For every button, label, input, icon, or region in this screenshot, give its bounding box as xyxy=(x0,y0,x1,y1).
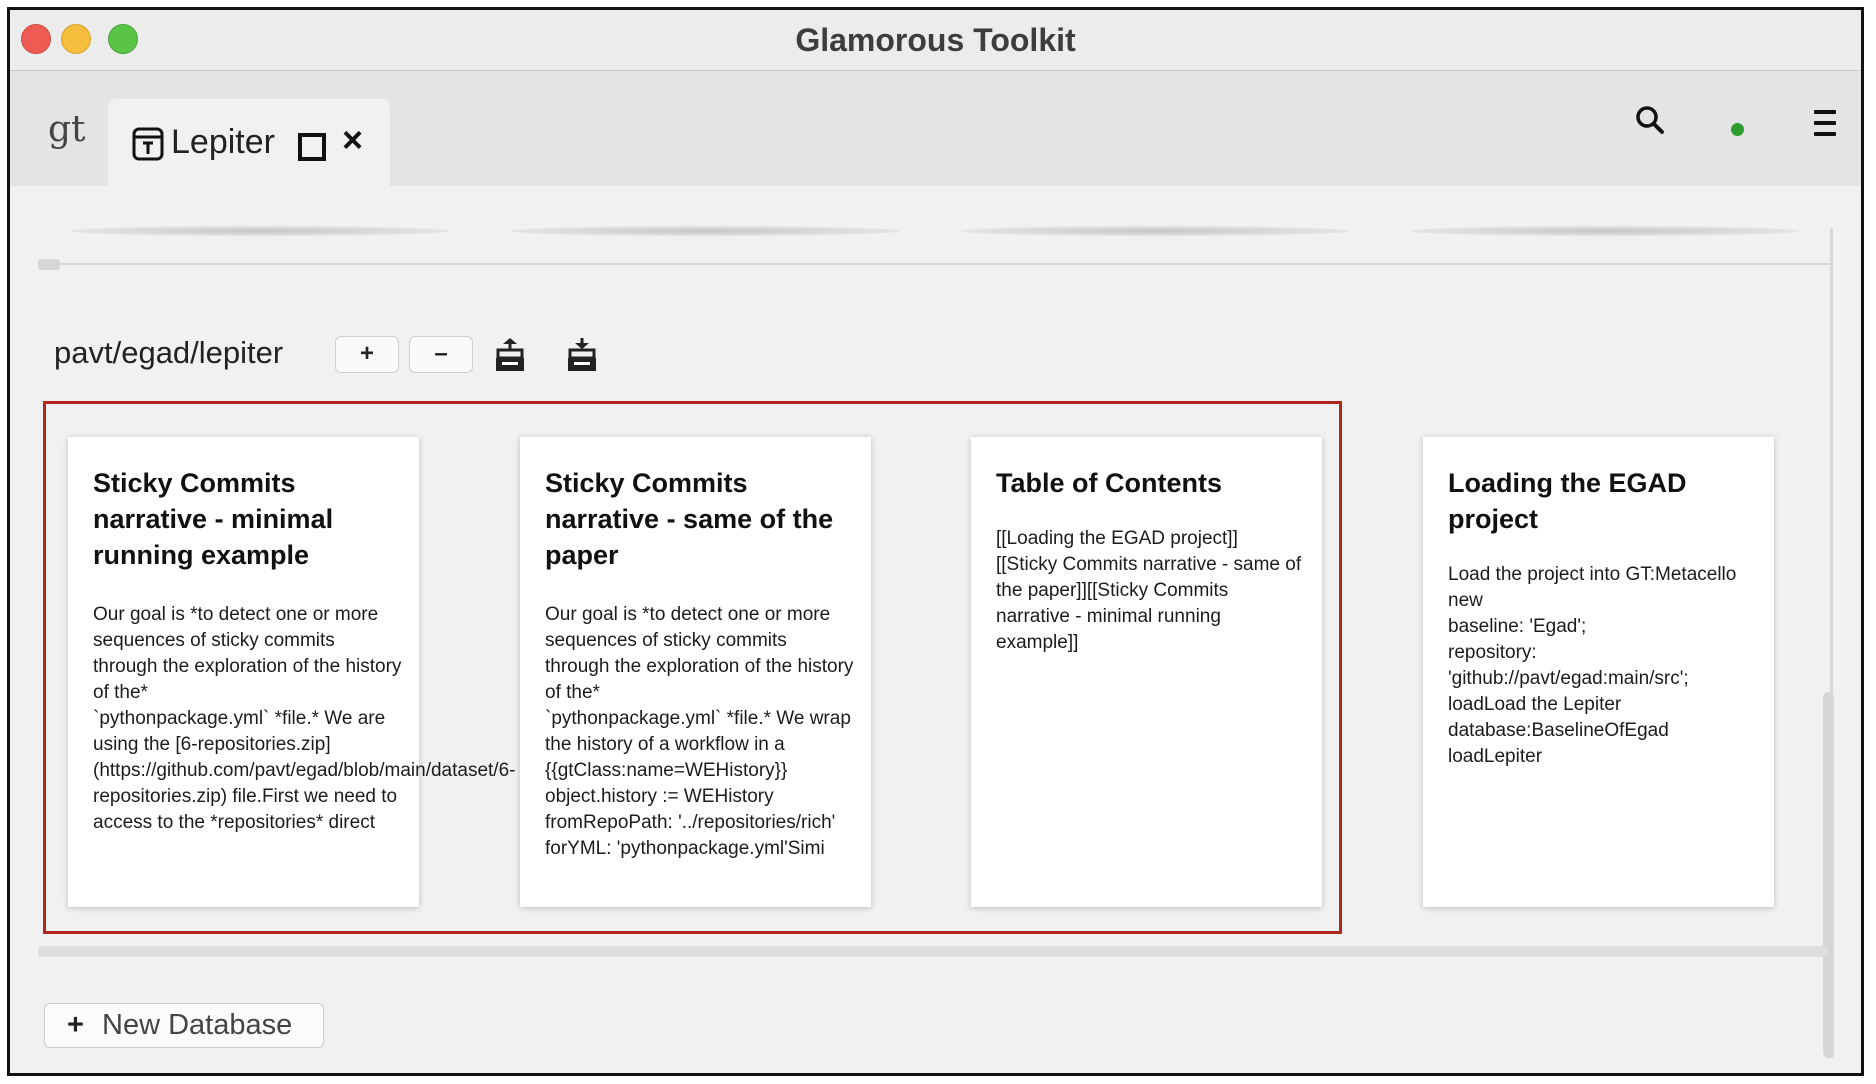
upload-icon[interactable] xyxy=(494,336,526,374)
page-card[interactable]: Sticky Commits narrative - same of the p… xyxy=(520,437,871,907)
page-card-body: Load the project into GT:Metacello new b… xyxy=(1448,564,1737,767)
page-card-title: Sticky Commits narrative - minimal runni… xyxy=(93,468,334,570)
page-card-body: Our goal is *to detect one or more seque… xyxy=(545,604,854,859)
upper-horizontal-scrollbar[interactable] xyxy=(38,263,1830,265)
hamburger-menu-icon[interactable] xyxy=(1814,110,1836,143)
window-title: Glamorous Toolkit xyxy=(795,22,1076,58)
close-tab-icon[interactable]: × xyxy=(342,119,363,161)
new-database-button[interactable]: + New Database xyxy=(44,1003,324,1048)
page-card-title: Table of Contents xyxy=(996,468,1222,498)
search-icon[interactable] xyxy=(1635,105,1665,135)
new-database-label: New Database xyxy=(102,1009,293,1041)
status-dot xyxy=(1731,123,1744,136)
tab-gt[interactable]: gt xyxy=(48,109,86,150)
page-card-title: Loading the EGAD project xyxy=(1448,468,1687,534)
page-card-body: Our goal is *to detect one or more seque… xyxy=(93,604,516,833)
tab-bar: gt Lepiter × xyxy=(10,71,1861,187)
add-page-button[interactable]: + xyxy=(335,336,399,373)
app-window: Glamorous Toolkit gt Lepiter × pavt/egad… xyxy=(7,7,1864,1076)
upper-scrollbar-thumb[interactable] xyxy=(38,259,60,270)
page-card[interactable]: Sticky Commits narrative - minimal runni… xyxy=(68,437,516,907)
page-card-title: Sticky Commits narrative - same of the p… xyxy=(545,468,834,570)
download-icon[interactable] xyxy=(566,336,598,374)
database-icon xyxy=(132,127,164,161)
remove-page-button[interactable]: – xyxy=(409,336,473,373)
vertical-scrollbar-thumb[interactable] xyxy=(1823,692,1834,1058)
tab-lepiter[interactable]: Lepiter × xyxy=(108,99,390,187)
lower-horizontal-scrollbar[interactable] xyxy=(38,946,1828,957)
plus-icon: + xyxy=(67,1009,84,1041)
database-path-label: pavt/egad/lepiter xyxy=(54,335,284,370)
page-card-body: [[Loading the EGAD project]] [[Sticky Co… xyxy=(996,528,1302,653)
tab-lepiter-label: Lepiter xyxy=(171,123,275,161)
page-card[interactable]: Loading the EGAD project Load the projec… xyxy=(1423,437,1774,907)
page-card[interactable]: Table of Contents [[Loading the EGAD pro… xyxy=(971,437,1322,907)
window-titlebar: Glamorous Toolkit xyxy=(10,10,1861,71)
maximize-tab-icon[interactable] xyxy=(298,133,326,161)
